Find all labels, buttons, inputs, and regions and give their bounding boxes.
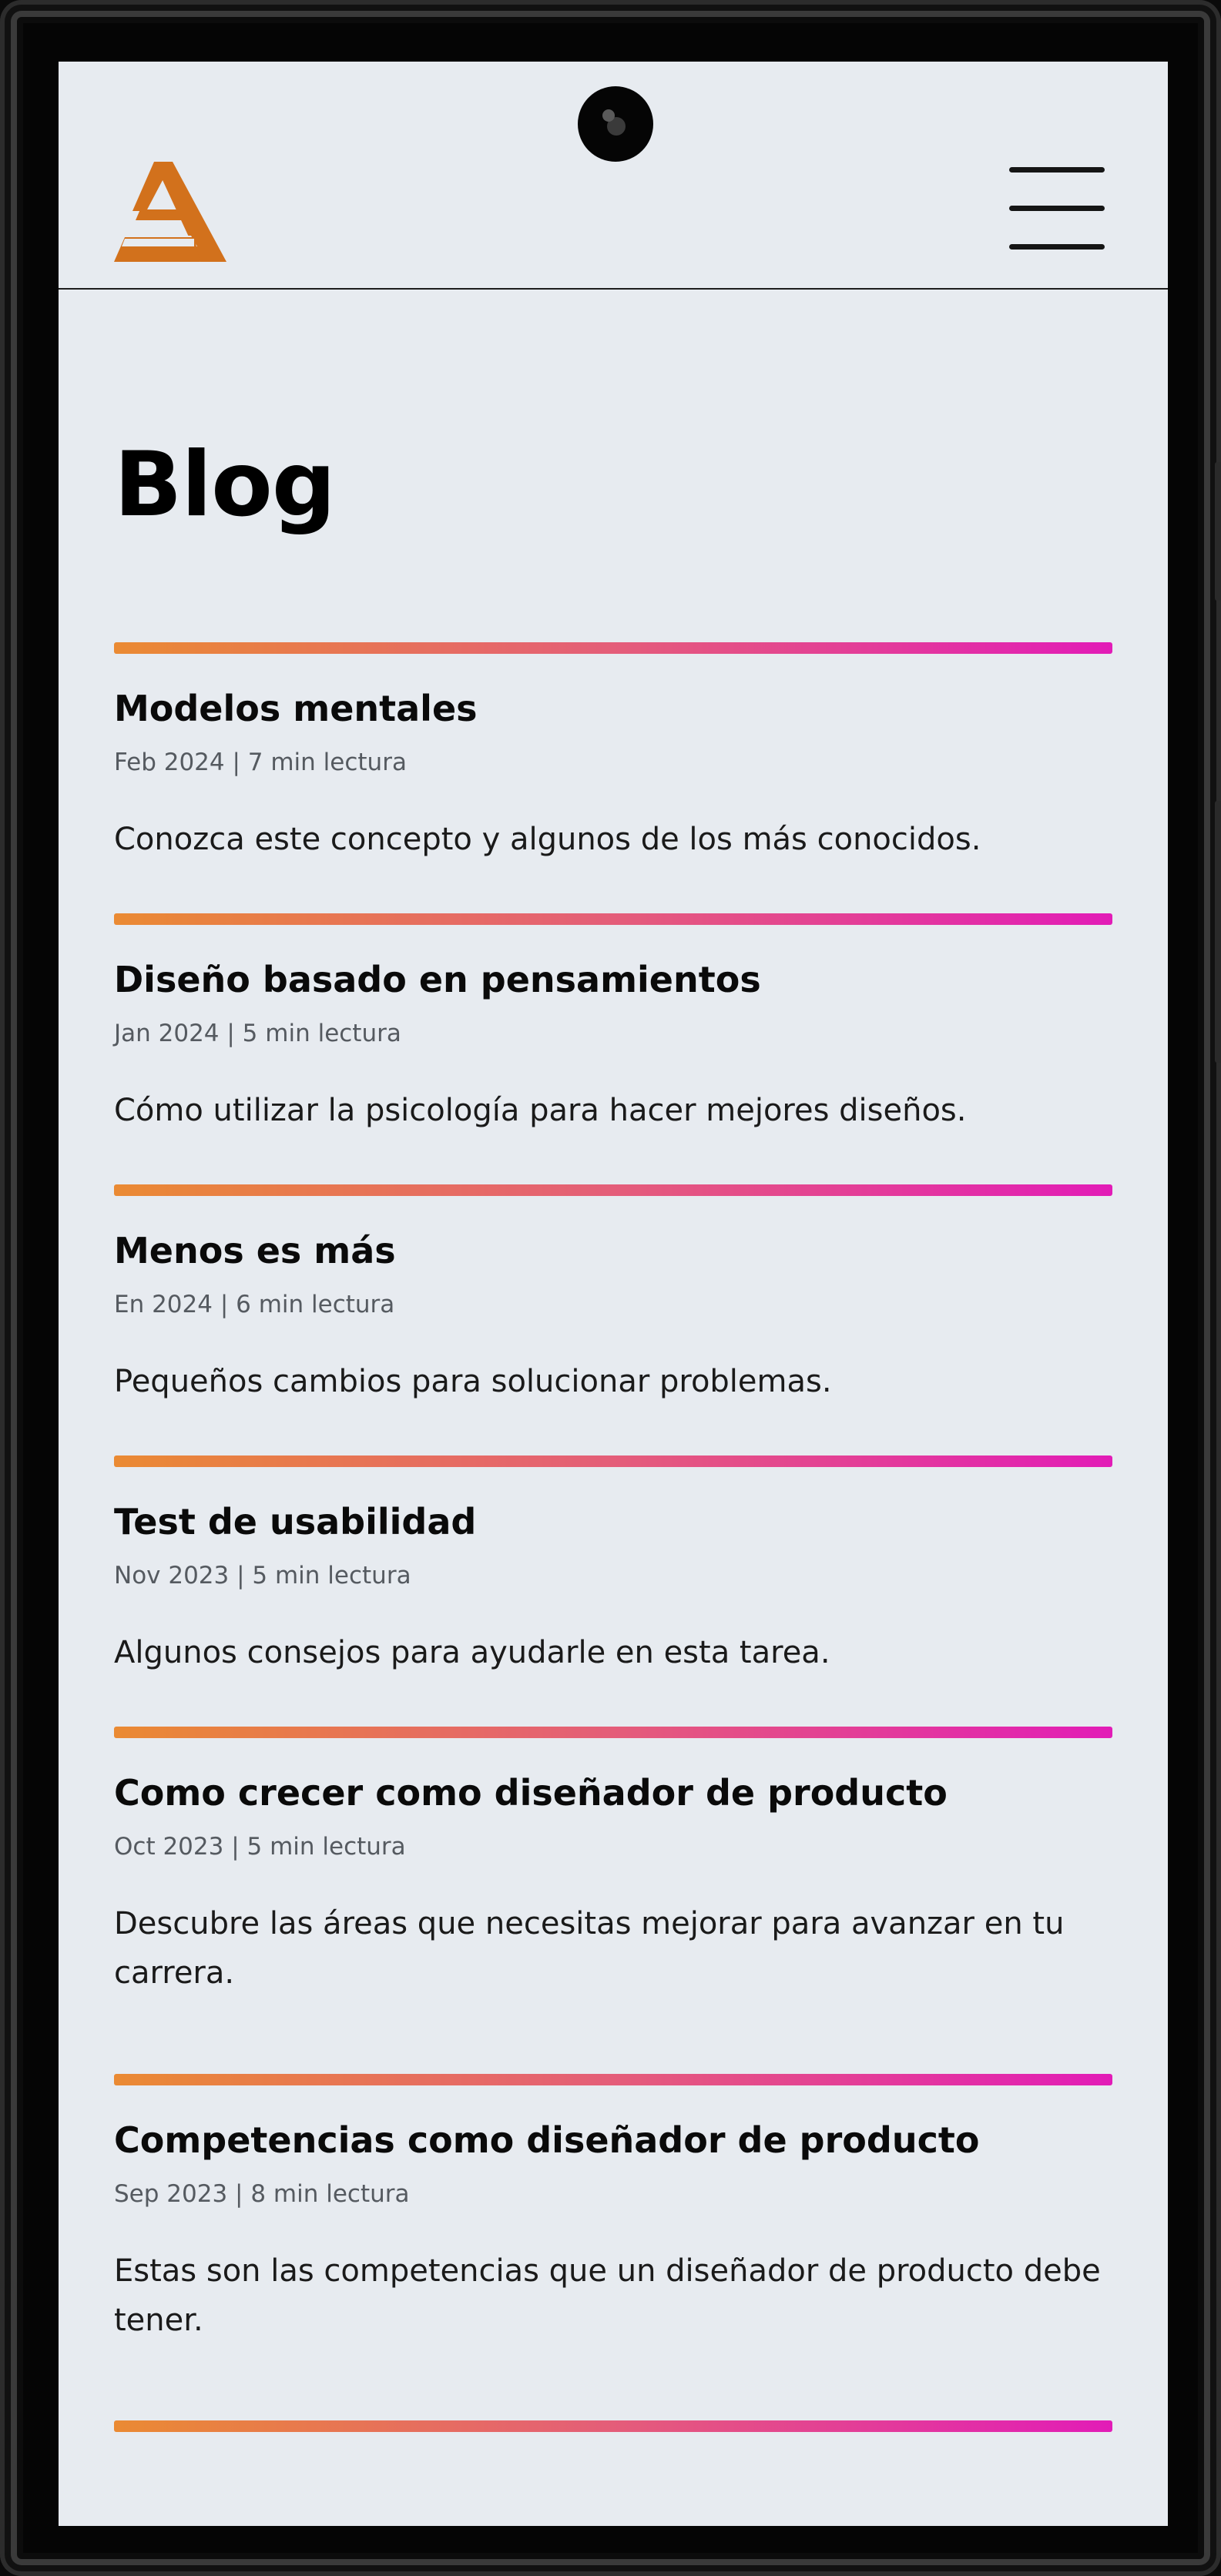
post-divider (114, 913, 1112, 925)
post-divider (114, 2074, 1112, 2085)
post-divider (114, 642, 1112, 654)
post-meta: Sep 2023 | 8 min lectura (114, 2180, 410, 2208)
post-excerpt: Algunos consejos para ayudarle en esta t… (114, 1635, 830, 1670)
logo-icon[interactable] (114, 162, 226, 262)
post-divider (114, 1184, 1112, 1196)
hamburger-menu-icon[interactable] (1008, 166, 1108, 252)
post-card-test-de-usabilidad[interactable]: Test de usabilidad Nov 2023 | 5 min lect… (114, 1499, 1112, 1745)
post-excerpt: Cómo utilizar la psicología para hacer m… (114, 1093, 967, 1128)
post-card-competencias[interactable]: Competencias como diseñador de producto … (114, 2117, 1112, 2425)
post-meta: Feb 2024 | 7 min lectura (114, 749, 407, 776)
post-divider (114, 1455, 1112, 1467)
post-title[interactable]: Competencias como diseñador de producto (114, 2117, 979, 2163)
post-divider (114, 2420, 1112, 2432)
power-button (1215, 801, 1221, 1063)
camera-lens-highlight (602, 109, 615, 122)
post-title[interactable]: Menos es más (114, 1228, 396, 1274)
front-camera (578, 86, 653, 162)
post-excerpt: Conozca este concepto y algunos de los m… (114, 822, 981, 857)
volume-button (1215, 462, 1221, 601)
page-title: Blog (114, 433, 336, 537)
post-meta: Oct 2023 | 5 min lectura (114, 1833, 406, 1861)
post-card-menos-es-mas[interactable]: Menos es más En 2024 | 6 min lectura Peq… (114, 1228, 1112, 1474)
phone-frame: Blog Modelos mentales Feb 2024 | 7 min l… (0, 0, 1221, 2576)
post-card-modelos-mentales[interactable]: Modelos mentales Feb 2024 | 7 min lectur… (114, 685, 1112, 932)
post-meta: En 2024 | 6 min lectura (114, 1291, 395, 1318)
post-title[interactable]: Test de usabilidad (114, 1499, 476, 1545)
post-title[interactable]: Diseño basado en pensamientos (114, 956, 761, 1003)
post-excerpt: Pequeños cambios para solucionar problem… (114, 1364, 832, 1399)
post-excerpt: Estas son las competencias que un diseña… (114, 2253, 1101, 2338)
post-meta: Jan 2024 | 5 min lectura (114, 1020, 401, 1047)
post-card-como-crecer[interactable]: Como crecer como diseñador de producto O… (114, 1770, 1112, 2078)
post-divider (114, 1727, 1112, 1738)
post-meta: Nov 2023 | 5 min lectura (114, 1562, 411, 1589)
post-title[interactable]: Modelos mentales (114, 685, 478, 732)
post-excerpt: Descubre las áreas que necesitas mejorar… (114, 1906, 1065, 1991)
post-title[interactable]: Como crecer como diseñador de producto (114, 1770, 948, 1816)
post-card-diseno-basado-en-pensamientos[interactable]: Diseño basado en pensamientos Jan 2024 |… (114, 956, 1112, 1203)
screen: Blog Modelos mentales Feb 2024 | 7 min l… (59, 62, 1168, 2526)
